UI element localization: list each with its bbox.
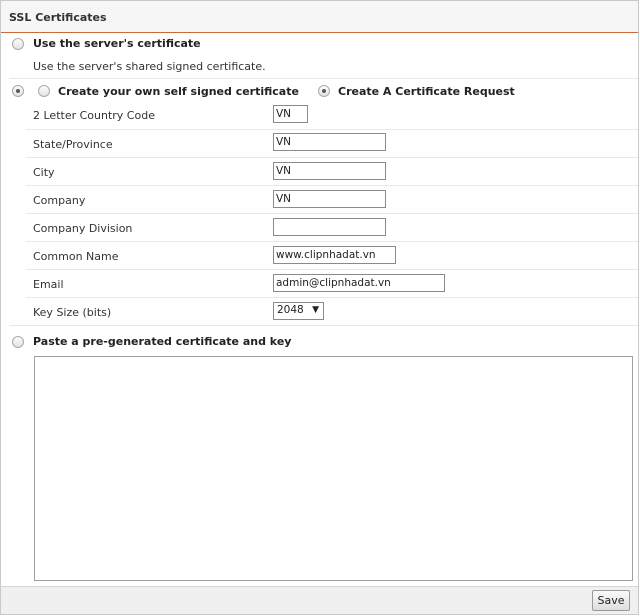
country-label: 2 Letter Country Code bbox=[33, 109, 155, 122]
form-row-key-size: Key Size (bits) bbox=[26, 297, 638, 325]
company-label: Company bbox=[33, 194, 86, 207]
panel-footer: Save bbox=[1, 586, 638, 614]
pregenerated-label: Paste a pre-generated certificate and ke… bbox=[33, 335, 292, 348]
state-label: State/Province bbox=[33, 138, 113, 151]
chevron-down-icon: ▼ bbox=[312, 305, 319, 315]
panel-title: SSL Certificates bbox=[9, 11, 107, 24]
common-name-label: Common Name bbox=[33, 250, 119, 263]
key-size-value: 2048 bbox=[277, 304, 304, 316]
email-field[interactable] bbox=[273, 274, 445, 292]
key-size-label: Key Size (bits) bbox=[33, 306, 112, 319]
self-signed-label: Create your own self signed certificate bbox=[58, 85, 299, 98]
company-field[interactable] bbox=[273, 190, 386, 208]
panel-header: SSL Certificates bbox=[1, 1, 638, 33]
city-label: City bbox=[33, 166, 55, 179]
self-signed-radio[interactable] bbox=[38, 85, 50, 97]
certificate-request-radio[interactable] bbox=[318, 85, 330, 97]
server-certificate-radio[interactable] bbox=[12, 38, 24, 50]
divider bbox=[9, 78, 638, 79]
divider bbox=[9, 325, 638, 326]
key-size-select[interactable]: 2048 ▼ bbox=[273, 302, 324, 320]
division-field[interactable] bbox=[273, 218, 386, 236]
self-signed-group-radio[interactable] bbox=[12, 85, 24, 97]
state-field[interactable] bbox=[273, 133, 386, 151]
pregenerated-radio[interactable] bbox=[12, 336, 24, 348]
common-name-field[interactable] bbox=[273, 246, 396, 264]
division-label: Company Division bbox=[33, 222, 133, 235]
country-field[interactable] bbox=[273, 105, 308, 123]
email-label: Email bbox=[33, 278, 64, 291]
save-button[interactable]: Save bbox=[592, 590, 630, 611]
city-field[interactable] bbox=[273, 162, 386, 180]
form-row-country: 2 Letter Country Code bbox=[26, 101, 638, 129]
certificate-request-label: Create A Certificate Request bbox=[338, 85, 515, 98]
certificate-key-textarea[interactable] bbox=[34, 356, 633, 581]
server-certificate-description: Use the server's shared signed certifica… bbox=[33, 60, 266, 73]
ssl-certificates-panel: SSL Certificates Use the server's certif… bbox=[0, 0, 639, 615]
server-certificate-label: Use the server's certificate bbox=[33, 37, 201, 50]
